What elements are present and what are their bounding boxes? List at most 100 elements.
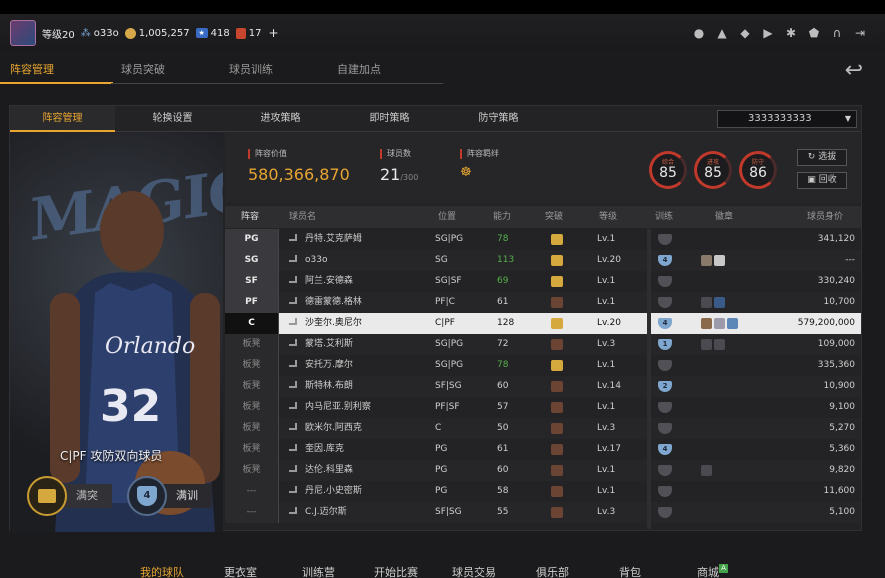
recycle-button[interactable]: ▣ 回收 — [797, 172, 847, 189]
train-shield-icon — [658, 297, 672, 308]
row-position: SF|SG — [435, 381, 462, 391]
signal-icon — [289, 381, 297, 388]
th-name[interactable]: 球员名 — [289, 206, 316, 228]
break-badge-icon — [551, 318, 563, 329]
th-badge[interactable]: 徽章 — [715, 206, 733, 228]
back-arrow-icon[interactable]: ↩ — [845, 58, 863, 83]
row-lineup-slot: PF — [225, 292, 278, 313]
table-row[interactable]: 板凳 斯特林.布朗 SF|SG 60 Lv.14 2 10,900 — [225, 376, 861, 397]
row-level: Lv.1 — [597, 402, 616, 412]
row-name-cell: 安托万.摩尔 — [289, 355, 353, 376]
video-icon[interactable]: ▶ — [761, 26, 775, 40]
th-level[interactable]: 等级 — [599, 206, 617, 228]
user-icon[interactable]: ● — [692, 26, 706, 40]
table-row[interactable]: 板凳 奎因.库克 PG 61 Lv.17 4 5,360 — [225, 439, 861, 460]
subtab-lineup[interactable]: 阵容管理 — [10, 106, 115, 132]
nav-my-team[interactable]: 我的球队 — [140, 564, 184, 578]
player-count-box: 球员数 21/300 — [380, 149, 418, 184]
rating-offense: 进攻 85 — [694, 151, 732, 189]
row-divider — [278, 334, 279, 355]
nav-training-camp[interactable]: 训练营 — [302, 564, 335, 578]
row-name-cell: 蒙塔.艾利斯 — [289, 334, 353, 355]
row-ability: 113 — [497, 255, 515, 265]
add-button[interactable]: + — [268, 26, 278, 40]
headset-icon[interactable]: ∩ — [830, 26, 844, 40]
bell-icon[interactable]: ▲ — [715, 26, 729, 40]
th-lineup[interactable]: 阵容 — [241, 206, 259, 228]
avatar[interactable] — [10, 20, 36, 46]
table-row[interactable]: PF 德雷蒙德.格林 PF|C 61 Lv.1 10,700 — [225, 292, 861, 313]
table-row[interactable]: 板凳 达伦.科里森 PG 60 Lv.1 9,820 — [225, 460, 861, 481]
table-row[interactable]: C 沙奎尔.奥尼尔 C|PF 128 Lv.20 4 579,200,000 — [225, 313, 861, 334]
signal-icon — [289, 276, 297, 283]
exit-icon[interactable]: ⇥ — [853, 26, 867, 40]
bond-icon[interactable]: ☸ — [460, 165, 499, 180]
row-name: 阿兰.安德森 — [305, 276, 353, 286]
th-price[interactable]: 球员身价 — [807, 206, 843, 228]
subtab-rotation[interactable]: 轮换设置 — [120, 106, 225, 132]
row-level: Lv.1 — [597, 486, 616, 496]
tab-training[interactable]: 球员训练 — [219, 60, 329, 84]
row-divider — [278, 460, 279, 481]
emblem-icon — [701, 318, 712, 329]
coin-icon — [124, 27, 136, 39]
lineup-select[interactable]: 3333333333 ▼ — [717, 110, 857, 128]
tab-custom-points[interactable]: 自建加点 — [327, 60, 443, 84]
table-row[interactable]: SG o33o SG 113 Lv.20 4 --- — [225, 250, 861, 271]
nav-backpack[interactable]: 背包 — [619, 564, 641, 578]
gear-icon[interactable]: ✱ — [784, 26, 798, 40]
coins-value: 1,005,257 — [138, 27, 190, 39]
row-ability: 128 — [497, 318, 515, 328]
th-break[interactable]: 突破 — [545, 206, 563, 228]
nav-trade[interactable]: 球员交易 — [452, 564, 496, 578]
row-name-cell: 奎因.库克 — [289, 439, 344, 460]
friends-icon[interactable]: ◆ — [738, 26, 752, 40]
table-row[interactable]: PG 丹特.艾克萨姆 SG|PG 78 Lv.1 341,120 — [225, 229, 861, 250]
train-shield-icon: 4 — [658, 318, 672, 329]
break-badge-icon — [551, 297, 563, 308]
subtab-defense[interactable]: 防守策略 — [446, 106, 551, 132]
row-position: SG|PG — [435, 339, 464, 349]
username-text: o33o — [93, 27, 119, 39]
row-ability: 55 — [497, 507, 509, 517]
tab-breakthrough[interactable]: 球员突破 — [111, 60, 221, 84]
row-divider — [278, 397, 279, 418]
player-card[interactable]: MAGIC Orlando 32 C|PF 攻防双向球员 满突 满训 4 — [10, 133, 223, 532]
shield-icon[interactable]: ⬟ — [807, 26, 821, 40]
th-ability[interactable]: 能力 — [493, 206, 511, 228]
table-row[interactable]: --- C.J.迈尔斯 SF|SG 55 Lv.3 5,100 — [225, 502, 861, 523]
nav-shop[interactable]: 商城 A — [697, 564, 728, 578]
select-button[interactable]: ↻ 选拔 — [797, 149, 847, 166]
row-price: 5,360 — [829, 444, 855, 454]
gems-value: 17 — [248, 27, 262, 39]
nav-locker-room[interactable]: 更衣室 — [224, 564, 257, 578]
lineup-stats: 阵容价值 580,366,870 球员数 21/300 阵容羁绊 ☸ 综合 85 … — [225, 133, 861, 203]
row-name: C.J.迈尔斯 — [305, 507, 347, 517]
table-row[interactable]: 板凳 内马尼亚.别利察 PF|SF 57 Lv.1 9,100 — [225, 397, 861, 418]
signal-icon — [289, 234, 297, 241]
th-position[interactable]: 位置 — [438, 206, 456, 228]
th-train[interactable]: 训练 — [655, 206, 673, 228]
lineup-select-value: 3333333333 — [748, 113, 812, 124]
train-label: 满训 — [162, 484, 212, 508]
row-price: 330,240 — [817, 276, 855, 286]
train-badge[interactable]: 4 — [127, 476, 167, 516]
table-row[interactable]: 板凳 安托万.摩尔 SG|PG 78 Lv.1 335,360 — [225, 355, 861, 376]
jersey-number: 32 — [100, 381, 161, 432]
nav-start-game[interactable]: 开始比赛 — [374, 564, 418, 578]
breakthrough-badge[interactable] — [27, 476, 67, 516]
main-tabs: 阵容管理 球员突破 球员训练 自建加点 — [0, 60, 885, 84]
subtab-instant[interactable]: 即时策略 — [337, 106, 442, 132]
table-row[interactable]: 板凳 欧米尔.阿西克 C 50 Lv.3 5,270 — [225, 418, 861, 439]
recycle-icon: ▣ — [807, 175, 816, 185]
table-row[interactable]: --- 丹尼.小史密斯 PG 58 Lv.1 11,600 — [225, 481, 861, 502]
train-shield-icon — [658, 360, 672, 371]
table-scrollbar[interactable] — [647, 229, 651, 529]
subtab-offense[interactable]: 进攻策略 — [228, 106, 333, 132]
table-row[interactable]: 板凳 蒙塔.艾利斯 SG|PG 72 Lv.3 1 109,000 — [225, 334, 861, 355]
tab-lineup[interactable]: 阵容管理 — [0, 60, 113, 84]
signal-icon — [289, 255, 297, 262]
signal-icon — [289, 297, 297, 304]
table-row[interactable]: SF 阿兰.安德森 SG|SF 69 Lv.1 330,240 — [225, 271, 861, 292]
nav-club[interactable]: 俱乐部 — [536, 564, 569, 578]
